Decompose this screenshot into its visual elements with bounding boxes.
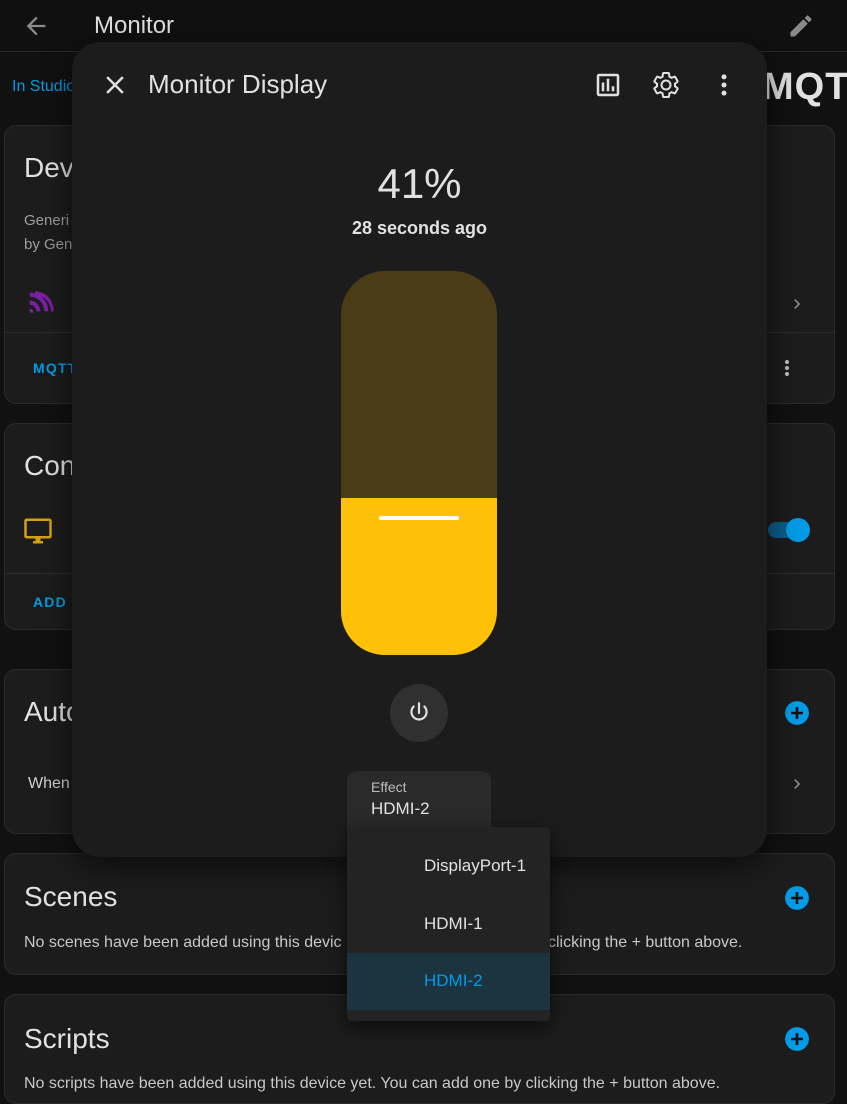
effect-option-label: HDMI-2	[424, 971, 483, 990]
scripts-title: Scripts	[24, 1023, 110, 1054]
effect-option-label: HDMI-1	[424, 914, 483, 933]
last-changed-text: 28 seconds ago	[351, 218, 488, 238]
chevron-right-icon[interactable]	[787, 774, 807, 794]
mqtt-info-button[interactable]: MQTT	[33, 360, 77, 376]
more-vertical-icon[interactable]	[775, 356, 799, 380]
effect-select-value: HDMI-2	[371, 799, 430, 818]
page-title: Monitor	[94, 12, 175, 39]
brightness-slider-handle[interactable]	[379, 516, 459, 520]
pencil-icon[interactable]	[787, 12, 815, 40]
area-link[interactable]: In Studio	[12, 78, 75, 96]
automation-item[interactable]: When	[28, 775, 70, 793]
add-to-dashboard-button[interactable]: ADD	[33, 594, 67, 610]
effect-select-label: Effect	[371, 779, 407, 795]
brightness-readout: 41%	[377, 160, 462, 207]
mqtt-icon	[29, 291, 54, 313]
add-script-icon[interactable]	[784, 1026, 810, 1052]
arrow-left-icon[interactable]	[22, 12, 50, 40]
effect-option-displayport-1[interactable]: DisplayPort-1	[347, 838, 550, 895]
device-model: Generi	[24, 212, 70, 229]
effect-select[interactable]: Effect HDMI-2	[347, 771, 491, 829]
mqtt-logo: MQTT	[762, 66, 847, 108]
effect-option-hdmi-2[interactable]: HDMI-2	[347, 953, 550, 1010]
dialog-title: Monitor Display	[148, 69, 328, 99]
light-toggle-knob[interactable]	[786, 518, 810, 542]
effect-option-label: DisplayPort-1	[424, 856, 527, 875]
power-icon	[410, 702, 428, 721]
scenes-empty-text-left: No scenes have been added using this dev…	[24, 934, 342, 951]
add-scene-icon[interactable]	[784, 885, 810, 911]
effect-options-menu: DisplayPort-1 HDMI-1 HDMI-2	[347, 827, 550, 1021]
scripts-empty-text: No scripts have been added using this de…	[24, 1075, 721, 1092]
gear-icon[interactable]	[651, 70, 681, 100]
monitor-icon[interactable]	[23, 516, 53, 546]
controls-title: Con	[24, 450, 76, 481]
power-toggle-button[interactable]	[390, 684, 448, 742]
device-info-title: Dev	[24, 152, 74, 183]
brightness-slider[interactable]	[341, 271, 497, 655]
effect-option-hdmi-1[interactable]: HDMI-1	[347, 896, 550, 953]
brightness-slider-fill	[341, 498, 497, 655]
more-vertical-icon[interactable]	[709, 70, 739, 100]
device-manufacturer: by Gen	[24, 236, 73, 253]
add-automation-icon[interactable]	[784, 700, 810, 726]
history-chart-icon[interactable]	[593, 70, 623, 100]
scenes-empty-text-right: clicking the + button above.	[548, 934, 743, 951]
chevron-right-icon[interactable]	[787, 294, 807, 314]
more-info-dialog: Monitor Display 41% 28 seconds ago Effec…	[72, 42, 767, 857]
close-icon[interactable]	[100, 70, 130, 100]
scenes-title: Scenes	[24, 881, 118, 912]
